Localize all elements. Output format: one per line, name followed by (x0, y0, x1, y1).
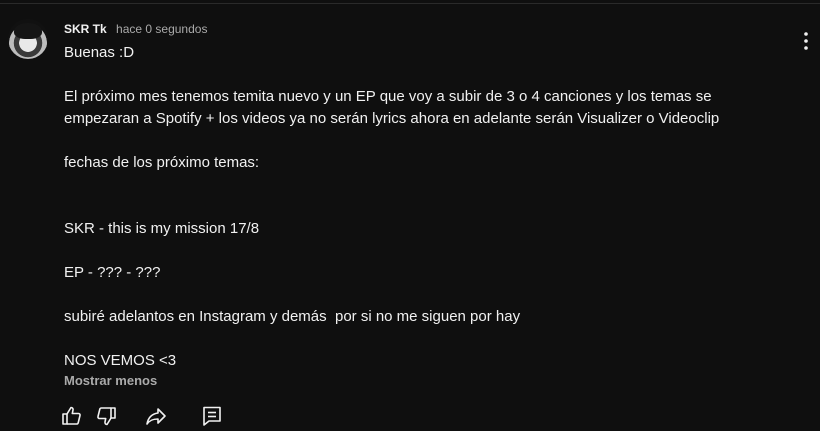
comment-text: Buenas :D El próximo mes tenemos temita … (64, 42, 804, 372)
comment-line: fechas de los próximo temas: (64, 154, 260, 171)
share-button[interactable] (144, 404, 168, 428)
comment-line: El próximo mes tenemos temita nuevo y un… (64, 88, 712, 105)
show-less-button[interactable]: Mostrar menos (64, 373, 157, 389)
comment-timestamp[interactable]: hace 0 segundos (116, 22, 207, 36)
share-icon (146, 408, 166, 425)
comment-line: NOS VEMOS <3 (64, 352, 177, 369)
thumb-up-icon (62, 406, 81, 425)
avatar[interactable] (8, 19, 48, 59)
comment-line: empezaran a Spotify + los videos ya no s… (64, 110, 720, 127)
dislike-button[interactable] (94, 404, 118, 428)
comment-line: subiré adelantos en Instagram y demás po… (64, 308, 521, 325)
comment-line: Buenas :D (64, 44, 135, 61)
divider (0, 3, 820, 4)
reply-icon (203, 406, 221, 426)
comment-header: SKR Tk hace 0 segundos (64, 22, 207, 36)
comment-line: EP - ??? - ??? (64, 264, 161, 281)
thumb-down-icon (97, 407, 116, 426)
author-name[interactable]: SKR Tk (64, 22, 107, 36)
comment-line: SKR - this is my mission 17/8 (64, 220, 260, 237)
like-button[interactable] (60, 404, 84, 428)
reply-button[interactable] (200, 404, 224, 428)
